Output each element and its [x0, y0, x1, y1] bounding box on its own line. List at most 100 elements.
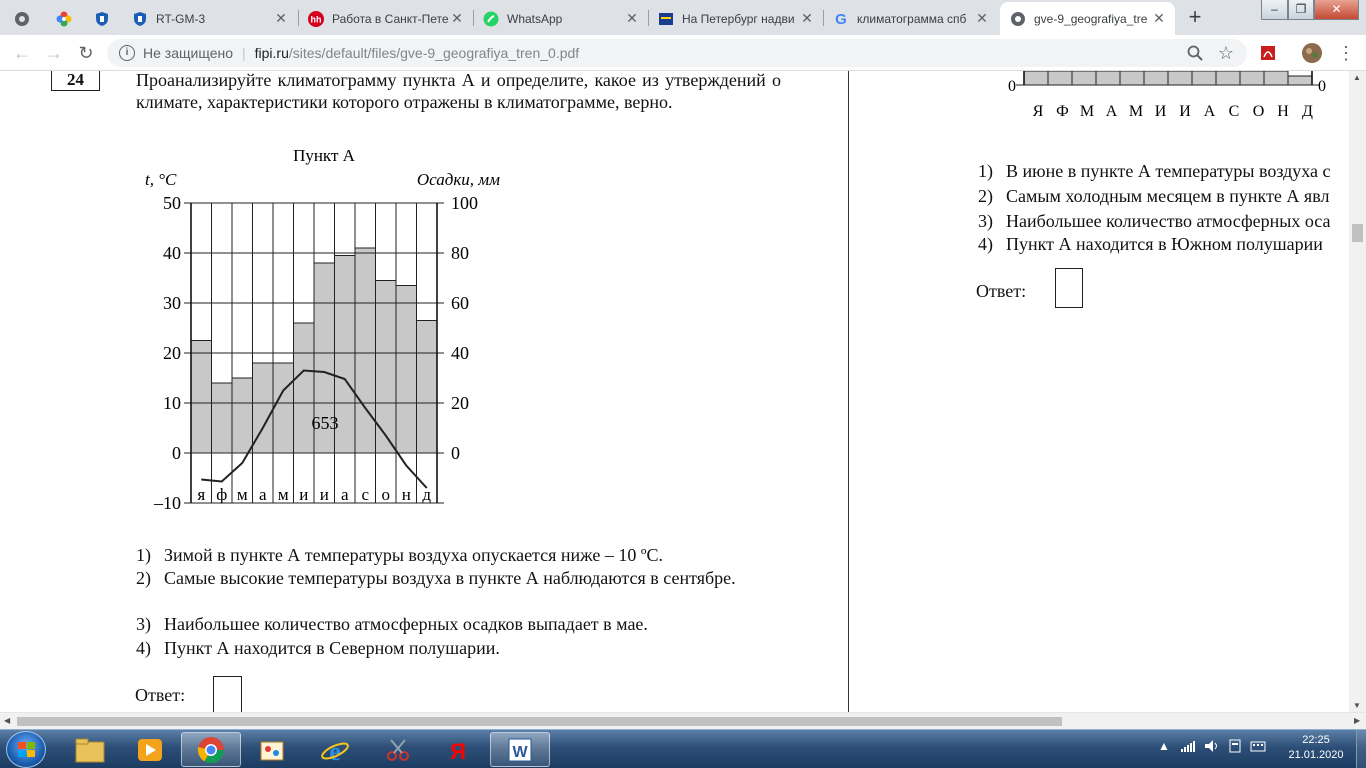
taskbar-word[interactable]: W — [490, 732, 550, 767]
tab-rt-gm[interactable]: RT-GM-3 ✕ — [122, 2, 297, 35]
taskbar-yandex[interactable]: Я — [428, 732, 488, 767]
scroll-left-arrow[interactable]: ◀ — [4, 716, 10, 725]
volume-icon[interactable] — [1204, 739, 1220, 756]
option-text: Самым холодным месяцем в пункте А явл — [1006, 186, 1330, 206]
forward-icon[interactable]: → — [42, 41, 66, 65]
svg-text:hh: hh — [311, 14, 322, 24]
tray-expand-icon[interactable]: ▲ — [1158, 739, 1170, 753]
tab-title: На Петербург надви — [682, 11, 795, 26]
x-tick-label: м — [237, 485, 248, 504]
system-clock[interactable]: 22:25 21.01.2020 — [1276, 733, 1356, 763]
precipitation-bar — [272, 362, 294, 454]
tab-title: Работа в Санкт-Пете — [332, 11, 449, 26]
precipitation-bar — [1143, 71, 1169, 86]
tab-google[interactable]: G климатограмма спб ✕ — [823, 2, 998, 35]
taskbar-media-player[interactable] — [120, 732, 180, 767]
y-left-tick-label: 0 — [172, 443, 181, 463]
right-option-1: 1) В июне в пункте А температуры воздуха… — [978, 160, 1350, 182]
url-separator: | — [242, 45, 246, 61]
vertical-scrollbar[interactable]: ▲ ▼ — [1349, 71, 1366, 712]
tab-hh[interactable]: hh Работа в Санкт-Пете ✕ — [298, 2, 473, 35]
svg-text:G: G — [835, 11, 847, 27]
maximize-button[interactable]: ❐ — [1288, 0, 1314, 20]
answer-box[interactable] — [213, 676, 242, 712]
internet-explorer-icon: e — [321, 737, 349, 764]
annual-precipitation-label: 653 — [312, 413, 339, 433]
close-icon[interactable]: ✕ — [273, 10, 289, 27]
bookmark-star-icon[interactable]: ☆ — [1214, 41, 1238, 65]
horizontal-scrollbar[interactable]: ◀ ▶ — [0, 712, 1366, 729]
clock-time: 22:25 — [1302, 734, 1330, 746]
taskbar-internet-explorer[interactable]: e — [305, 732, 365, 767]
tab-pinned-shield[interactable] — [84, 2, 124, 35]
tab-pinned-apps[interactable] — [4, 2, 48, 35]
x-tick-label: и — [320, 485, 329, 504]
shield-icon — [94, 11, 110, 27]
y-right-tick-label: 40 — [451, 343, 469, 363]
precipitation-bar — [1167, 71, 1193, 86]
reload-icon[interactable]: ↻ — [74, 41, 98, 65]
flower-icon — [56, 11, 72, 27]
x-tick-label: а — [341, 485, 349, 504]
y-left-tick-label: 20 — [163, 343, 181, 363]
answer-label: Ответ: — [135, 685, 186, 705]
taskbar-chrome[interactable] — [181, 732, 241, 767]
tab-whatsapp[interactable]: WhatsApp ✕ — [473, 2, 648, 35]
x-tick-label: м — [278, 485, 289, 504]
scrollbar-thumb[interactable] — [17, 717, 1062, 726]
y-right-tick-label: 80 — [451, 243, 469, 263]
shield-icon — [132, 11, 148, 27]
media-player-icon — [138, 738, 162, 761]
show-desktop-button[interactable] — [1356, 730, 1366, 768]
scissors-icon — [387, 738, 409, 761]
y-left-tick-label: 0 — [1008, 78, 1016, 95]
close-icon[interactable]: ✕ — [1151, 10, 1167, 27]
x-tick-label: д — [422, 485, 431, 504]
network-icon[interactable] — [1180, 739, 1196, 756]
info-icon[interactable]: i — [119, 45, 135, 61]
toolbar: ← → ↻ i Не защищено | fipi.ru /sites/def… — [0, 35, 1366, 71]
tab-title: климатограмма спб — [857, 11, 967, 26]
close-icon[interactable]: ✕ — [974, 10, 990, 27]
address-bar[interactable]: i Не защищено | fipi.ru /sites/default/f… — [107, 39, 1247, 67]
scroll-up-arrow[interactable]: ▲ — [1353, 73, 1361, 82]
taskbar-snipping-tool[interactable] — [368, 732, 428, 767]
profile-avatar[interactable] — [1300, 41, 1324, 65]
x-tick-label: И — [1155, 103, 1167, 120]
tab-pinned-flower[interactable] — [46, 2, 86, 35]
close-window-button[interactable]: ✕ — [1314, 0, 1359, 20]
start-button[interactable] — [6, 731, 46, 768]
close-icon[interactable]: ✕ — [449, 10, 465, 27]
back-icon[interactable]: ← — [10, 41, 34, 65]
x-tick-label: М — [1129, 103, 1143, 120]
answer-box-right[interactable] — [1055, 268, 1083, 308]
tab-active-pdf[interactable]: gve-9_geografiya_tre ✕ — [1000, 2, 1175, 35]
precipitation-bar — [1071, 71, 1097, 86]
url-path: /sites/default/files/gve-9_geografiya_tr… — [288, 45, 580, 61]
new-tab-button[interactable]: + — [1183, 6, 1207, 30]
menu-icon[interactable]: ⋮ — [1334, 41, 1358, 65]
right-option-3: 3) Наибольшее количество атмосферных оса — [978, 210, 1350, 232]
close-icon[interactable]: ✕ — [799, 10, 815, 27]
taskbar-explorer[interactable] — [60, 732, 120, 767]
option-text: Самые высокие температуры воздуха в пунк… — [164, 568, 736, 588]
y-right-tick-label: 20 — [451, 393, 469, 413]
x-tick-label: Д — [1302, 103, 1313, 120]
zoom-icon[interactable] — [1183, 41, 1207, 65]
pdf-extension-icon[interactable] — [1256, 41, 1280, 65]
scroll-down-arrow[interactable]: ▼ — [1353, 701, 1361, 710]
scrollbar-thumb[interactable] — [1352, 224, 1363, 242]
precipitation-bar — [1023, 71, 1049, 86]
keyboard-icon[interactable] — [1250, 739, 1266, 756]
action-center-icon[interactable] — [1228, 739, 1242, 756]
option-1: 1) Зимой в пункте А температуры воздуха … — [136, 544, 781, 566]
close-icon[interactable]: ✕ — [624, 10, 640, 27]
scroll-right-arrow[interactable]: ▶ — [1354, 716, 1360, 725]
x-tick-label: М — [1080, 103, 1094, 120]
taskbar-paint[interactable] — [242, 732, 302, 767]
minimize-button[interactable]: – — [1261, 0, 1288, 20]
option-number: 1) — [978, 161, 993, 181]
tab-news[interactable]: На Петербург надви ✕ — [648, 2, 823, 35]
x-tick-label: А — [1204, 103, 1216, 120]
precipitation-bar — [190, 340, 212, 454]
